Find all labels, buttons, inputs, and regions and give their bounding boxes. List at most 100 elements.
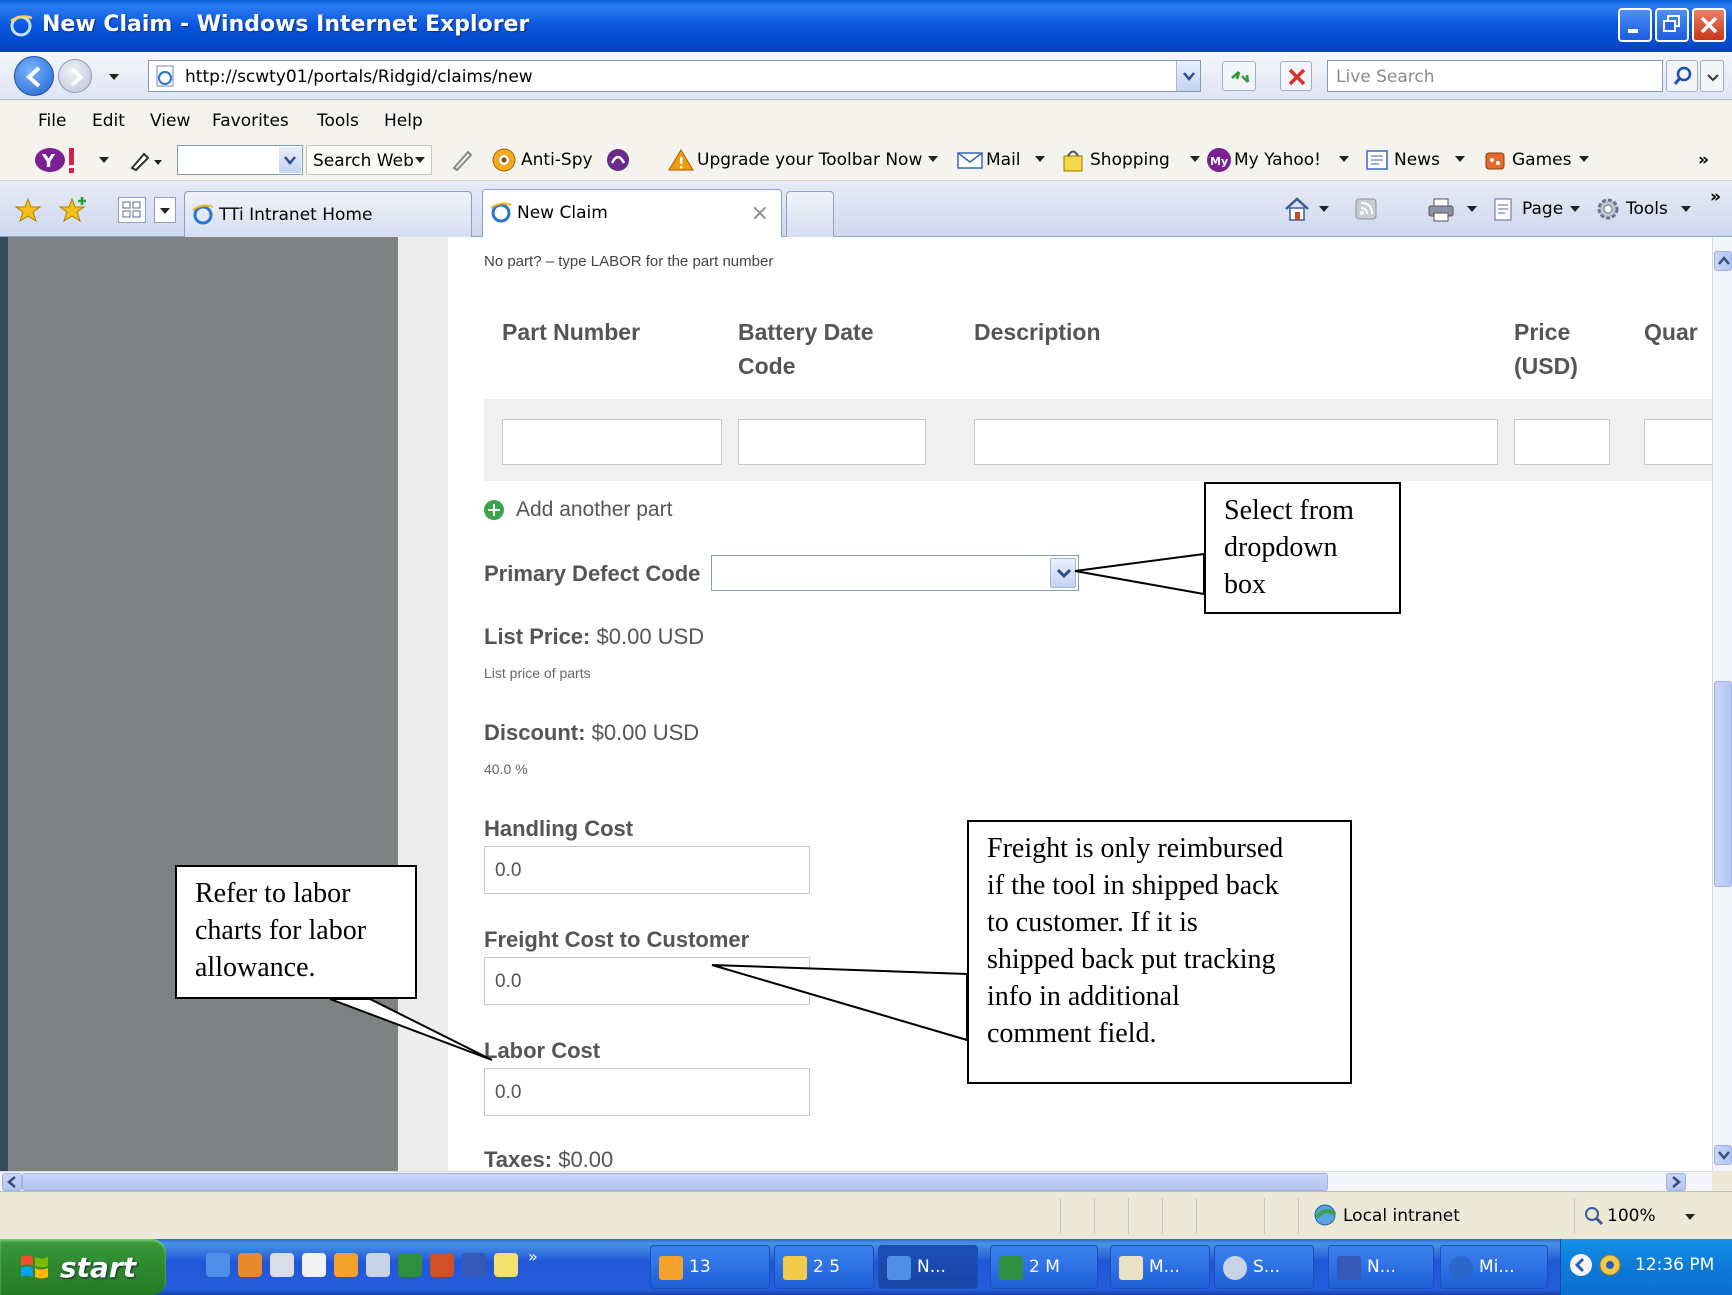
chevron-down-icon[interactable] <box>1319 205 1329 213</box>
live-search-input[interactable]: Live Search <box>1327 60 1663 92</box>
back-button[interactable] <box>14 56 54 96</box>
quantity-input[interactable] <box>1644 419 1712 465</box>
tab-tti-intranet-home[interactable]: TTi Intranet Home <box>184 191 472 237</box>
upgrade-toolbar-button[interactable]: Upgrade your Toolbar Now <box>697 150 922 170</box>
tray-expand-icon[interactable] <box>1569 1253 1593 1277</box>
description-input[interactable] <box>974 419 1498 465</box>
tray-update-icon[interactable] <box>1597 1251 1623 1279</box>
freight-cost-input[interactable]: 0.0 <box>484 957 810 1005</box>
menu-help[interactable]: Help <box>384 111 423 131</box>
quicklaunch-app-icon[interactable] <box>366 1253 390 1277</box>
battery-date-code-input[interactable] <box>738 419 926 465</box>
chevron-down-icon[interactable] <box>1190 155 1200 163</box>
menu-edit[interactable]: Edit <box>92 111 125 131</box>
chevron-down-icon[interactable] <box>1579 155 1589 163</box>
scroll-right-button[interactable] <box>1666 1173 1686 1191</box>
pencil-icon[interactable] <box>128 148 162 172</box>
chevron-down-icon[interactable] <box>1339 155 1349 163</box>
search-web-button[interactable]: Search Web <box>306 145 432 175</box>
search-go-button[interactable] <box>1666 60 1698 92</box>
news-button[interactable]: News <box>1394 150 1440 170</box>
primary-defect-code-select[interactable] <box>711 555 1079 591</box>
stop-button[interactable] <box>1280 61 1312 91</box>
close-tab-icon[interactable]: × <box>751 201 769 226</box>
part-number-input[interactable] <box>502 419 722 465</box>
new-tab-button[interactable] <box>786 191 834 237</box>
task-button-calendar[interactable]: 13 <box>650 1245 770 1289</box>
yahoo-logo-icon[interactable]: Y <box>34 146 80 174</box>
quicklaunch-word-icon[interactable] <box>462 1253 486 1277</box>
zoom-control[interactable]: 100% <box>1574 1198 1714 1234</box>
scroll-down-button[interactable] <box>1714 1145 1732 1165</box>
task-button-sync[interactable]: S... <box>1214 1245 1314 1289</box>
chevron-down-icon[interactable] <box>1681 205 1691 213</box>
handling-cost-input[interactable]: 0.0 <box>484 846 810 894</box>
address-field[interactable]: http://scwty01/portals/Ridgid/claims/new <box>148 60 1201 92</box>
recent-pages-dropdown-icon[interactable] <box>106 64 122 88</box>
task-button-folders[interactable]: 2 5 <box>774 1245 874 1289</box>
add-favorite-icon[interactable] <box>58 197 88 223</box>
minimize-button[interactable] <box>1618 8 1652 42</box>
highlighter-icon[interactable] <box>450 148 474 172</box>
menu-favorites[interactable]: Favorites <box>212 111 289 131</box>
title-bar[interactable]: New Claim - Windows Internet Explorer <box>0 0 1732 52</box>
refresh-button[interactable] <box>1222 61 1256 91</box>
horizontal-scroll-thumb[interactable] <box>22 1173 1328 1191</box>
scroll-up-button[interactable] <box>1714 251 1732 271</box>
shopping-button[interactable]: Shopping <box>1090 150 1170 170</box>
anti-spy-button[interactable]: Anti-Spy <box>521 150 593 170</box>
restore-button[interactable] <box>1655 8 1689 42</box>
task-button-help[interactable]: Mi... <box>1440 1245 1548 1289</box>
chevron-down-icon[interactable] <box>98 155 110 165</box>
price-input[interactable] <box>1514 419 1610 465</box>
quicklaunch-browser-icon[interactable] <box>270 1253 294 1277</box>
command-overflow-chevron[interactable]: » <box>1710 187 1721 207</box>
favorites-star-icon[interactable] <box>14 197 42 223</box>
feeds-icon[interactable] <box>1354 197 1378 221</box>
chevron-down-icon[interactable] <box>1455 155 1465 163</box>
quicklaunch-ie-icon[interactable] <box>206 1253 230 1277</box>
chevron-down-icon[interactable] <box>1467 205 1477 213</box>
task-button-mail[interactable]: M... <box>1110 1245 1210 1289</box>
my-yahoo-button[interactable]: My Yahoo! <box>1234 150 1321 170</box>
search-options-dropdown[interactable] <box>1700 60 1724 92</box>
yahoo-search-input[interactable] <box>177 145 303 175</box>
menu-view[interactable]: View <box>150 111 190 131</box>
quicklaunch-powerpoint-icon[interactable] <box>430 1253 454 1277</box>
security-zone[interactable]: Local intranet <box>1298 1198 1558 1234</box>
horizontal-scrollbar[interactable] <box>0 1171 1712 1191</box>
start-button[interactable]: start <box>0 1239 166 1295</box>
quicklaunch-mail-icon[interactable] <box>494 1253 518 1277</box>
vertical-scrollbar[interactable] <box>1712 237 1732 1171</box>
chevron-down-icon[interactable] <box>928 155 938 163</box>
chevron-down-icon[interactable] <box>1570 205 1580 213</box>
quick-tabs-button[interactable] <box>118 197 146 223</box>
tab-list-dropdown[interactable] <box>154 197 176 223</box>
page-menu-button[interactable]: Page <box>1522 199 1563 219</box>
tab-new-claim[interactable]: New Claim × <box>482 189 782 238</box>
games-button[interactable]: Games <box>1512 150 1571 170</box>
home-icon[interactable] <box>1282 195 1312 223</box>
close-window-button[interactable] <box>1692 8 1726 42</box>
address-dropdown[interactable] <box>1176 61 1200 91</box>
mail-button[interactable]: Mail <box>986 150 1021 170</box>
quicklaunch-clock-icon[interactable] <box>334 1253 358 1277</box>
print-icon[interactable] <box>1426 197 1456 223</box>
quicklaunch-disc-icon[interactable] <box>302 1253 326 1277</box>
menu-tools[interactable]: Tools <box>317 111 359 131</box>
headphones-icon[interactable] <box>606 148 630 172</box>
tools-menu-button[interactable]: Tools <box>1626 199 1668 219</box>
quicklaunch-media-icon[interactable] <box>238 1253 262 1277</box>
menu-file[interactable]: File <box>38 111 66 131</box>
toolbar-overflow-chevron[interactable]: » <box>1698 150 1709 170</box>
chevron-down-icon[interactable] <box>1035 155 1045 163</box>
quicklaunch-overflow[interactable]: » <box>528 1247 538 1266</box>
scroll-left-button[interactable] <box>2 1173 22 1191</box>
forward-button[interactable] <box>58 59 92 93</box>
quicklaunch-excel-icon[interactable] <box>398 1253 422 1277</box>
labor-cost-input[interactable]: 0.0 <box>484 1068 810 1116</box>
vertical-scroll-thumb[interactable] <box>1714 681 1732 887</box>
task-button-excel[interactable]: 2 M <box>990 1245 1098 1289</box>
task-button-word[interactable]: N... <box>1328 1245 1434 1289</box>
task-button-ie[interactable]: N... <box>878 1245 978 1289</box>
